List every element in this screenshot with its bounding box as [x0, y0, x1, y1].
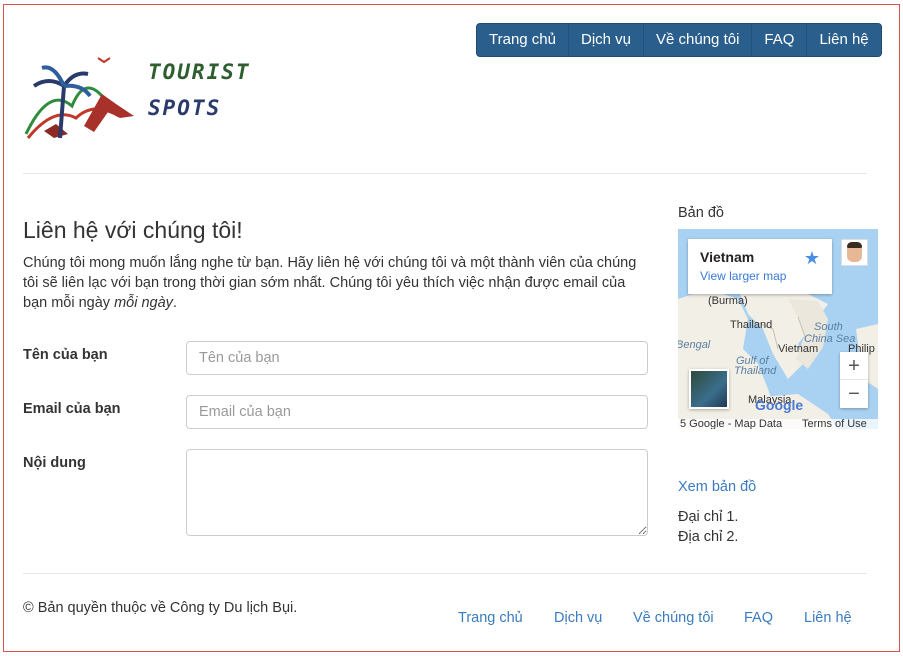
view-larger-map-link[interactable]: View larger map	[700, 269, 786, 283]
copyright-text: © Bản quyền thuộc về Công ty Du lịch Bụi…	[23, 600, 298, 616]
palm-mountain-logo-icon	[24, 57, 134, 139]
footer-nav-services[interactable]: Dịch vụ	[554, 610, 602, 626]
nav-home[interactable]: Trang chủ	[477, 24, 569, 56]
nav-services[interactable]: Dịch vụ	[569, 24, 645, 56]
map-info-card: Vietnam View larger map ★	[688, 239, 832, 294]
intro-end: .	[172, 295, 177, 311]
map-place-name: Vietnam	[700, 249, 755, 265]
name-label: Tên của bạn	[23, 347, 108, 363]
avatar-hair-icon	[847, 242, 862, 248]
map-label-sea1: South	[814, 321, 843, 333]
name-input[interactable]	[186, 341, 648, 375]
map-label-bengal: Bengal	[678, 339, 711, 351]
nav-about[interactable]: Về chúng tôi	[644, 24, 753, 56]
message-textarea[interactable]	[186, 449, 648, 536]
address-2: Địa chỉ 2.	[678, 529, 739, 545]
footer-nav-contact[interactable]: Liên hệ	[804, 610, 852, 626]
email-label: Email của bạn	[23, 401, 121, 417]
logo-text-line1: TOURIST	[148, 60, 251, 84]
map-title: Bản đồ	[678, 205, 724, 221]
user-avatar[interactable]	[841, 239, 868, 266]
logo-text-line2: SPOTS	[148, 96, 222, 120]
star-icon[interactable]: ★	[804, 248, 820, 269]
footer-divider	[23, 573, 867, 574]
footer-nav-faq[interactable]: FAQ	[744, 610, 773, 626]
zoom-out-button[interactable]: −	[840, 380, 868, 408]
google-logo: Google	[755, 397, 804, 413]
satellite-toggle[interactable]	[689, 369, 729, 409]
map-label-burma: (Burma)	[708, 295, 748, 307]
message-label: Nội dung	[23, 455, 86, 471]
zoom-control: + −	[840, 352, 868, 408]
footer-nav-about[interactable]: Về chúng tôi	[633, 610, 714, 626]
map-label-vietnam: Vietnam	[778, 343, 819, 355]
intro-paragraph: Chúng tôi mong muốn lắng nghe từ bạn. Hã…	[23, 253, 653, 313]
page-title: Liên hệ với chúng tôi!	[23, 217, 243, 243]
site-logo[interactable]: TOURIST SPOTS	[24, 46, 249, 146]
nav-faq[interactable]: FAQ	[752, 24, 808, 56]
zoom-in-button[interactable]: +	[840, 352, 868, 380]
intro-emphasis: mỗi ngày	[114, 295, 173, 311]
see-map-link[interactable]: Xem bản đồ	[678, 479, 756, 495]
map-data-text[interactable]: 5 Google - Map Data	[680, 418, 782, 429]
email-input[interactable]	[186, 395, 648, 429]
address-1: Đại chỉ 1.	[678, 509, 739, 525]
main-nav: Trang chủ Dịch vụ Về chúng tôi FAQ Liên …	[476, 23, 882, 57]
header-divider	[23, 173, 867, 174]
map-attribution: 5 Google - Map Data Terms of Use	[678, 418, 878, 429]
footer-nav-home[interactable]: Trang chủ	[458, 610, 523, 626]
nav-contact[interactable]: Liên hệ	[807, 24, 880, 56]
map-label-thailand: Thailand	[730, 319, 773, 331]
map-label-gulf2: Thailand	[734, 365, 777, 377]
embedded-map[interactable]: (Burma) Thailand South China Sea Vietnam…	[678, 229, 878, 429]
terms-of-use-link[interactable]: Terms of Use	[802, 418, 867, 429]
